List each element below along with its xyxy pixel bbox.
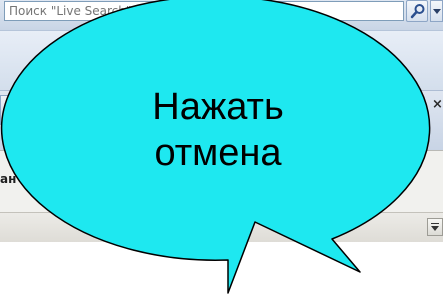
scroll-down-icon[interactable] — [427, 218, 443, 236]
close-tab-icon[interactable]: × — [432, 95, 443, 115]
command-bar — [0, 30, 443, 91]
search-input[interactable] — [9, 3, 389, 19]
browser-toolbar — [0, 0, 443, 30]
tab-list-icon[interactable] — [0, 95, 18, 125]
panel-label-fragment: ан — [0, 172, 17, 186]
screenshot-stage: × ан Нажать отмена — [0, 0, 443, 295]
callout-line-2: отмена — [154, 132, 282, 174]
callout-text: Нажать отмена — [118, 84, 318, 176]
search-button[interactable] — [406, 0, 428, 22]
panel-toolbar — [0, 212, 443, 243]
callout-line-1: Нажать — [152, 86, 284, 128]
search-options-dropdown[interactable] — [430, 0, 443, 22]
page-content — [0, 242, 443, 295]
magnifier-icon — [410, 4, 425, 19]
search-box[interactable] — [4, 1, 404, 21]
